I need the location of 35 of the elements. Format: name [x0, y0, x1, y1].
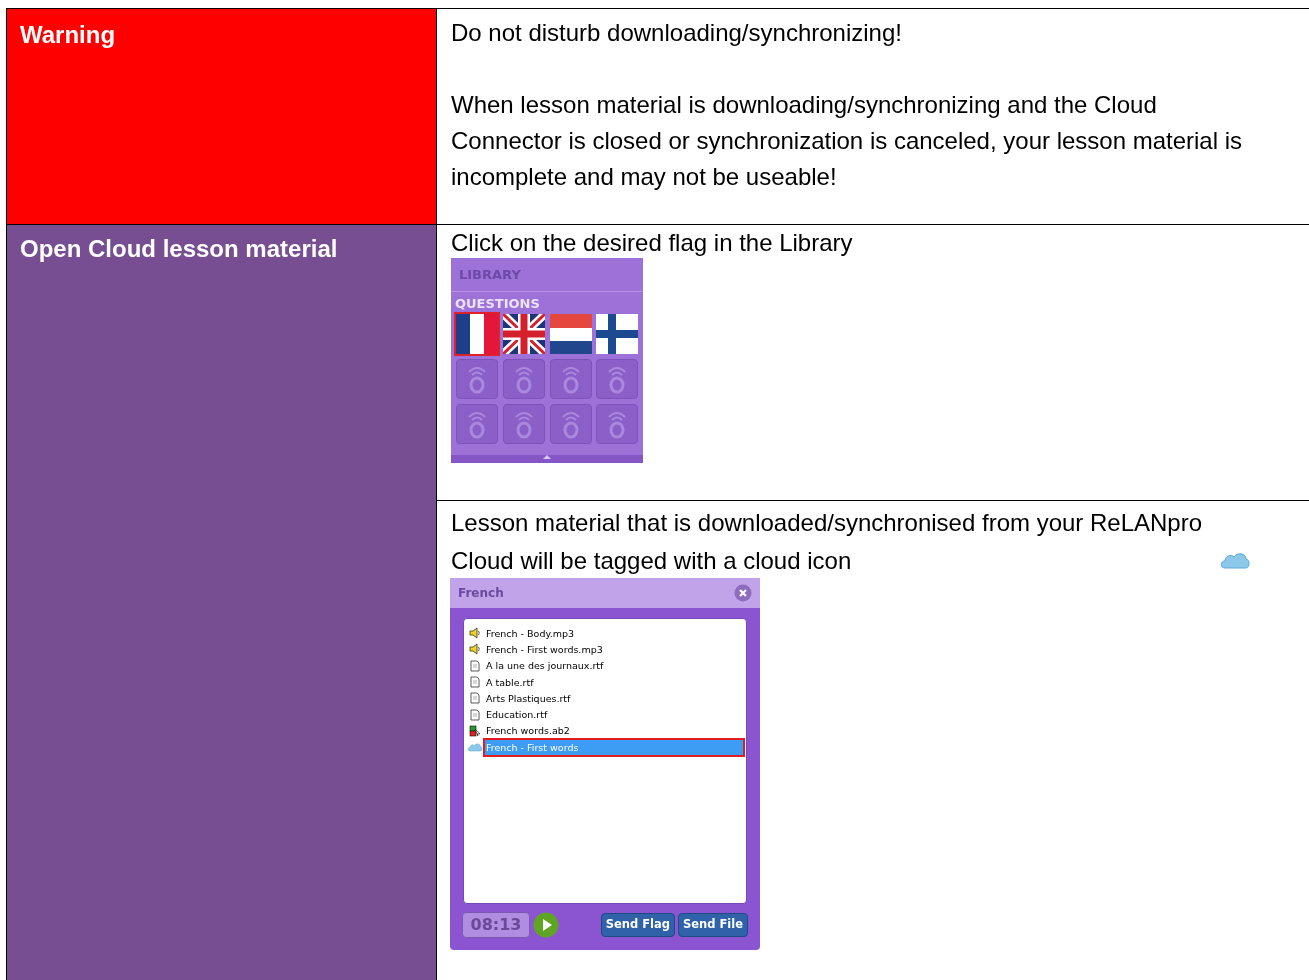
step-text: Click on the desired flag in the Library [451, 228, 854, 258]
flag-tile[interactable] [547, 312, 594, 356]
flipchart-icon [468, 724, 481, 737]
flag-icon [502, 314, 545, 354]
document-icon [468, 676, 481, 689]
step-text: Lesson material that is downloaded/synchronised from your ReLANpro Cloud will be tagged with a cloud icon [451, 508, 1204, 576]
cloud-icon [466, 741, 483, 754]
row-label: Warning [20, 21, 116, 48]
close-icon[interactable] [734, 584, 752, 602]
play-icon[interactable] [533, 912, 559, 938]
empty-slot[interactable] [502, 404, 545, 444]
send-button[interactable]: Send File [677, 913, 748, 937]
empty-slot[interactable] [596, 404, 639, 444]
cloud-icon [1219, 550, 1251, 570]
empty-slot[interactable] [549, 404, 592, 444]
flag-tile[interactable] [594, 312, 641, 356]
row-label: Open Cloud lesson material [20, 235, 338, 262]
flag-icon [456, 314, 498, 354]
document-icon [468, 708, 481, 721]
flag-tile[interactable] [500, 312, 547, 356]
warning-text: Do not disturb downloading/synchronizing! [451, 18, 903, 48]
flag-icon [549, 314, 592, 354]
flag-tile[interactable] [454, 312, 500, 356]
document-icon [468, 659, 481, 672]
caret-icon[interactable] [543, 455, 551, 459]
document-icon [468, 692, 481, 705]
timer-display: 08:13 [462, 912, 530, 938]
speaker-icon [468, 627, 481, 640]
warning-text: When lesson material is downloading/synchronizing and the Cloud Connector is closed or synchronization is canceled, your lesson material is incomplete and may not be useable! [451, 90, 1244, 192]
send-button[interactable]: Send Flag [600, 913, 675, 937]
flag-icon [596, 314, 639, 354]
speaker-icon [468, 643, 481, 656]
panel-title: French [458, 585, 504, 602]
empty-slot[interactable] [456, 404, 498, 444]
section-label: QUESTIONS [454, 295, 541, 312]
